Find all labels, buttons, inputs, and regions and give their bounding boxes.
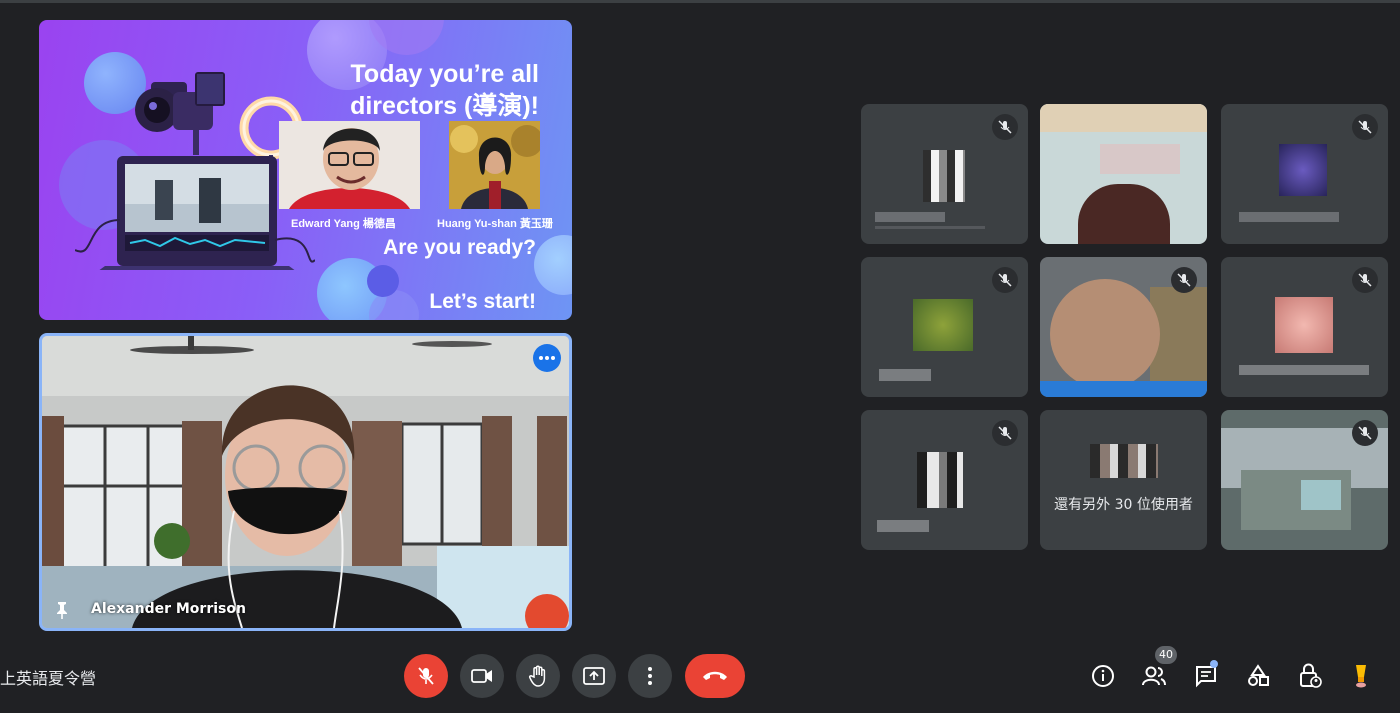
mic-off-icon [1358,426,1372,440]
pin-icon[interactable] [52,600,72,620]
blurred-video [1050,279,1160,389]
mic-off-badge [1352,114,1378,140]
shapes-icon [1248,664,1269,686]
blurred-avatar [923,150,965,202]
extension-button[interactable] [1348,663,1374,689]
photo-edward-yang [279,121,420,209]
blurred-video [1078,184,1170,244]
participant-tile[interactable] [861,257,1028,397]
participant-tile[interactable] [1221,257,1388,397]
mic-off-icon [418,667,434,685]
blurred-video [1040,381,1207,397]
mic-off-icon [1358,120,1372,134]
participant-tile[interactable] [861,104,1028,244]
blurred-avatar [913,299,973,351]
more-horizontal-icon [539,356,555,360]
mic-off-icon [1358,273,1372,287]
meeting-details-button[interactable] [1090,663,1116,689]
info-icon [1092,665,1114,687]
mic-off-badge [1352,267,1378,293]
participants-button[interactable] [1141,663,1167,689]
slide-question: Are you ready? [383,236,536,259]
people-icon [1142,666,1166,686]
participant-tile[interactable] [861,410,1028,550]
blurred-name [1239,365,1369,375]
top-divider [0,0,1400,3]
blurred-avatar [917,452,963,508]
blurred-name [1239,212,1339,222]
mic-off-badge [1352,420,1378,446]
mic-off-badge [992,267,1018,293]
more-others-label: 還有另外 30 位使用者 [1054,497,1193,513]
more-participants-tile[interactable]: 還有另外 30 位使用者 [1040,410,1207,550]
mic-toggle-button[interactable] [404,654,448,698]
blurred-name [875,226,985,229]
slide-start: Let’s start! [429,290,536,313]
lock-person-icon [1300,663,1322,688]
mic-off-icon [998,120,1012,134]
blurred-name [879,369,931,381]
mic-off-icon [998,273,1012,287]
slide-title: Today you’re all directors (導演)! [350,60,539,120]
hand-icon [529,665,546,687]
raise-hand-button[interactable] [516,654,560,698]
blurred-video [1301,480,1341,510]
more-vertical-icon [648,667,652,685]
participant-tile[interactable] [1221,410,1388,550]
mic-off-icon [1177,273,1191,287]
blurred-video [1040,104,1207,132]
present-screen-icon [583,667,605,685]
mic-off-icon [998,426,1012,440]
mic-off-badge [1171,267,1197,293]
participant-tile[interactable] [1040,104,1207,244]
pinned-video-tile[interactable]: Alexander Morrison [39,333,572,631]
participants-count-badge: 40 [1155,646,1177,664]
present-now-button[interactable] [572,654,616,698]
blurred-name [875,212,945,222]
leave-call-button[interactable] [685,654,745,698]
participant-tile[interactable] [1040,257,1207,397]
mic-off-badge [992,114,1018,140]
participant-tile[interactable] [1221,104,1388,244]
activities-button[interactable] [1245,663,1271,689]
presentation-slide[interactable]: Today you’re all directors (導演)! Edward … [39,20,572,320]
blurred-avatar [1279,144,1327,196]
mic-off-badge [992,420,1018,446]
more-options-button[interactable] [628,654,672,698]
chat-notification-dot [1210,660,1218,668]
video-feed [42,336,569,628]
more-options-button[interactable] [533,344,561,372]
video-camera-icon [471,669,492,683]
host-controls-button[interactable] [1297,663,1323,689]
blurred-video [1100,144,1180,174]
caption-edward-yang: Edward Yang 楊德昌 [291,218,396,230]
lightbulb-icon [1356,665,1366,688]
decor-bubble [534,235,572,295]
decor-bubble [367,265,399,297]
photo-huang-yu-shan [449,121,540,209]
blurred-name [877,520,929,532]
participant-name: Alexander Morrison [91,601,246,617]
caption-huang-yu-shan: Huang Yu-shan 黃玉珊 [437,218,553,230]
meeting-title: 上英語夏令營 [0,669,97,688]
phone-hangup-icon [703,671,727,680]
blurred-avatar [1275,297,1333,353]
camera-toggle-button[interactable] [460,654,504,698]
stacked-avatars [1090,444,1158,478]
